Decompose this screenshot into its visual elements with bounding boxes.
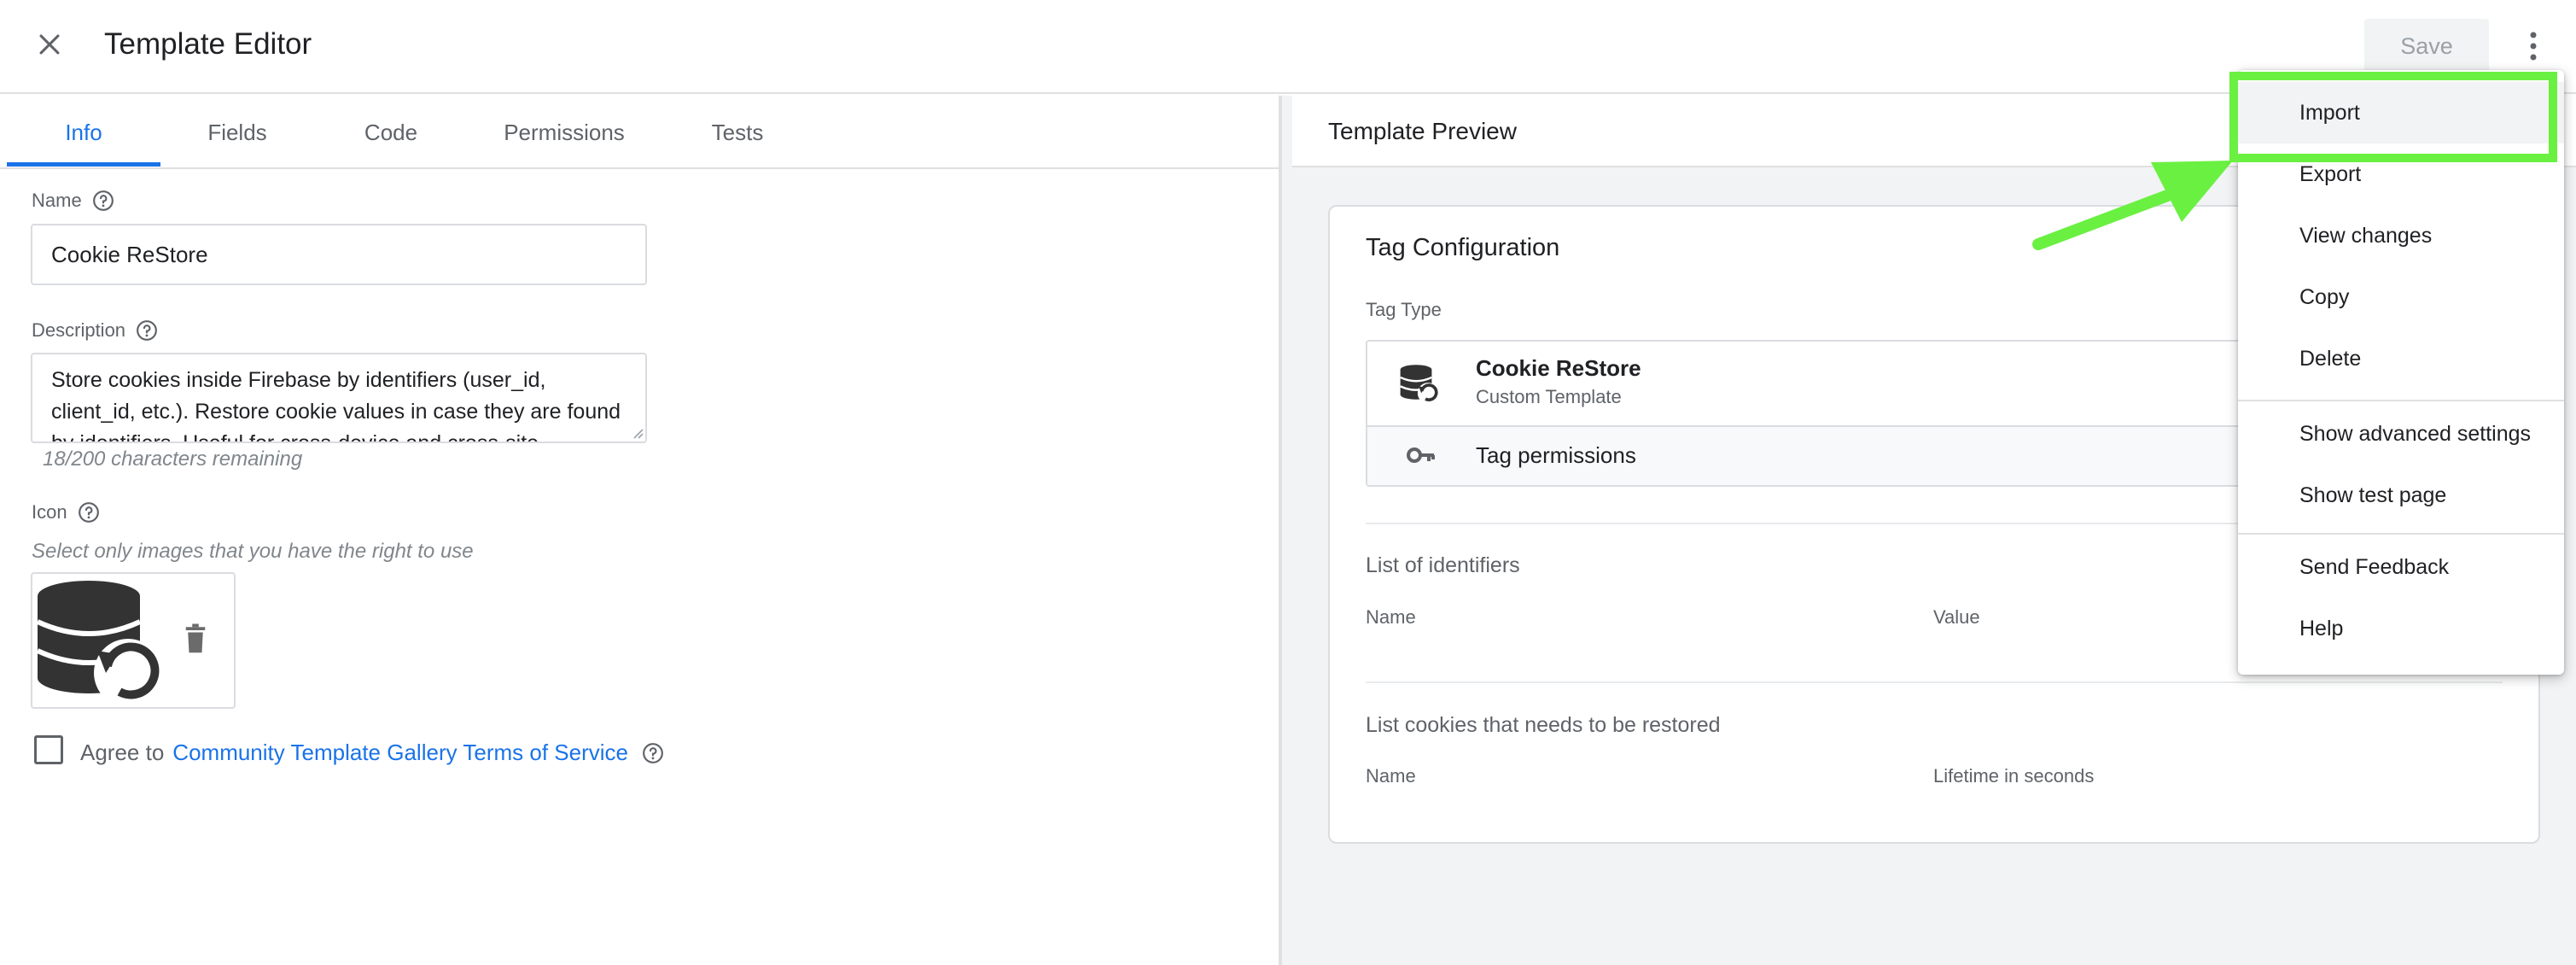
- resize-handle-icon[interactable]: [632, 427, 644, 439]
- annotation-arrow: [2032, 161, 2233, 250]
- annotation-highlight: [2229, 72, 2557, 162]
- key-icon: [1407, 447, 1435, 463]
- description-textarea[interactable]: Store cookies inside Firebase by identif…: [31, 353, 647, 443]
- menu-item-delete[interactable]: Delete: [2238, 328, 2564, 389]
- menu-item-help[interactable]: Help: [2238, 598, 2564, 659]
- active-tab-indicator: [7, 162, 160, 167]
- agree-row: Agree to Community Template Gallery Term…: [80, 740, 664, 766]
- panel-divider[interactable]: [1280, 96, 1292, 965]
- name-label: Name: [32, 190, 82, 211]
- chars-remaining: 18/200 characters remaining: [43, 447, 303, 471]
- menu-item-show-test-page[interactable]: Show test page: [2238, 465, 2564, 526]
- tag-permissions-label: Tag permissions: [1476, 442, 1636, 468]
- tag-subtitle: Custom Template: [1476, 386, 1622, 407]
- card-title: Tag Configuration: [1366, 234, 1560, 261]
- more-vert-icon: [2530, 32, 2537, 61]
- help-icon[interactable]: [78, 501, 100, 523]
- cookies-heading: List cookies that needs to be restored: [1366, 713, 1721, 737]
- icon-preview-box: [31, 572, 236, 709]
- name-input[interactable]: Cookie ReStore: [31, 224, 647, 285]
- close-button[interactable]: [26, 20, 73, 68]
- tab-fields[interactable]: Fields: [160, 96, 314, 169]
- top-bar: [0, 0, 2576, 94]
- agree-checkbox[interactable]: [34, 735, 63, 764]
- description-label: Description: [32, 319, 126, 341]
- tab-info[interactable]: Info: [7, 96, 160, 169]
- tab-permissions[interactable]: Permissions: [468, 96, 661, 169]
- description-label-row: Description: [32, 319, 158, 342]
- identifiers-col-name: Name: [1366, 606, 1416, 628]
- page-title: Template Editor: [104, 27, 312, 61]
- database-restore-icon: [36, 581, 162, 705]
- icon-label-row: Icon: [32, 501, 100, 523]
- help-icon[interactable]: [92, 190, 114, 212]
- menu-item-send-feedback[interactable]: Send Feedback: [2238, 536, 2564, 598]
- tag-type-label: Tag Type: [1366, 299, 1442, 320]
- tab-bar: Info Fields Code Permissions Tests: [0, 96, 1280, 169]
- preview-title: Template Preview: [1328, 118, 1517, 144]
- menu-item-show-advanced-settings[interactable]: Show advanced settings: [2238, 403, 2564, 465]
- section-divider: [1366, 681, 2503, 683]
- delete-icon[interactable]: [183, 623, 208, 654]
- help-icon[interactable]: [136, 319, 158, 342]
- database-restore-icon: [1400, 365, 1439, 404]
- icon-hint: Select only images that you have the rig…: [32, 540, 474, 563]
- identifiers-col-value: Value: [1933, 606, 1980, 628]
- icon-label: Icon: [32, 501, 67, 523]
- tag-name: Cookie ReStore: [1476, 355, 1641, 381]
- terms-link[interactable]: Community Template Gallery Terms of Serv…: [172, 740, 628, 766]
- close-icon: [39, 34, 60, 55]
- tab-tests[interactable]: Tests: [661, 96, 814, 169]
- help-icon[interactable]: [642, 742, 664, 764]
- menu-item-copy[interactable]: Copy: [2238, 266, 2564, 328]
- menu-item-view-changes[interactable]: View changes: [2238, 205, 2564, 266]
- menu-divider: [2238, 400, 2564, 401]
- menu-divider: [2238, 533, 2564, 535]
- save-button[interactable]: Save: [2364, 19, 2489, 73]
- cookies-col-name: Name: [1366, 765, 1416, 787]
- agree-text: Agree to: [80, 740, 165, 765]
- cookies-col-lifetime: Lifetime in seconds: [1933, 765, 2095, 787]
- more-options-button[interactable]: [2509, 19, 2557, 73]
- identifiers-heading: List of identifiers: [1366, 553, 1520, 577]
- tab-code[interactable]: Code: [314, 96, 468, 169]
- name-label-row: Name: [32, 190, 114, 212]
